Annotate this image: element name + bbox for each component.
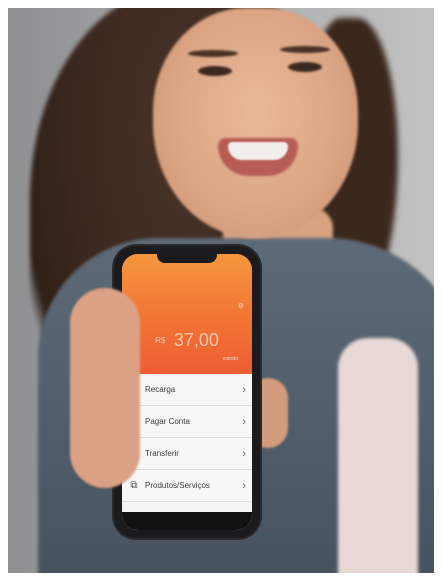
right-eye [288,62,322,72]
statement-link[interactable]: extrato [223,356,238,362]
chevron-right-icon: › [242,479,246,492]
right-eyebrow [280,46,330,53]
photo: ≡ ⚙ R$ 37,00 extrato ▤ Recarga › ||| Pag… [8,8,434,573]
shirt [338,338,418,573]
teeth [228,142,288,160]
menu-item-recarga[interactable]: ▤ Recarga › [122,374,252,406]
chevron-right-icon: › [242,415,246,428]
left-hand [70,288,140,488]
balance-amount: 37,00 [173,330,219,350]
settings-icon[interactable]: ⚙ [238,302,244,310]
chevron-right-icon: › [242,447,246,460]
left-eyebrow [188,50,238,57]
face [153,8,358,238]
products-icon: ⧉ [130,480,138,491]
menu-item-transferir[interactable]: ⇄ Transferir › [122,438,252,470]
phone-screen: ≡ ⚙ R$ 37,00 extrato ▤ Recarga › ||| Pag… [122,254,252,530]
menu-item-label: Transferir [145,449,179,458]
menu-item-label: Recarga [145,385,176,394]
menu-item-produtos-servicos[interactable]: ⧉ Produtos/Serviços › [122,470,252,502]
balance-display: R$ 37,00 [122,330,252,351]
menu-item-pagar-conta[interactable]: ||| Pagar Conta › [122,406,252,438]
menu-item-label: Produtos/Serviços [145,481,210,490]
balance-header: ≡ ⚙ R$ 37,00 extrato [122,254,252,374]
left-eye [198,66,232,76]
currency-symbol: R$ [155,336,166,345]
menu-item-label: Pagar Conta [145,417,190,426]
phone-notch [157,254,217,263]
screen-bottom-bar [122,512,252,530]
chevron-right-icon: › [242,383,246,396]
